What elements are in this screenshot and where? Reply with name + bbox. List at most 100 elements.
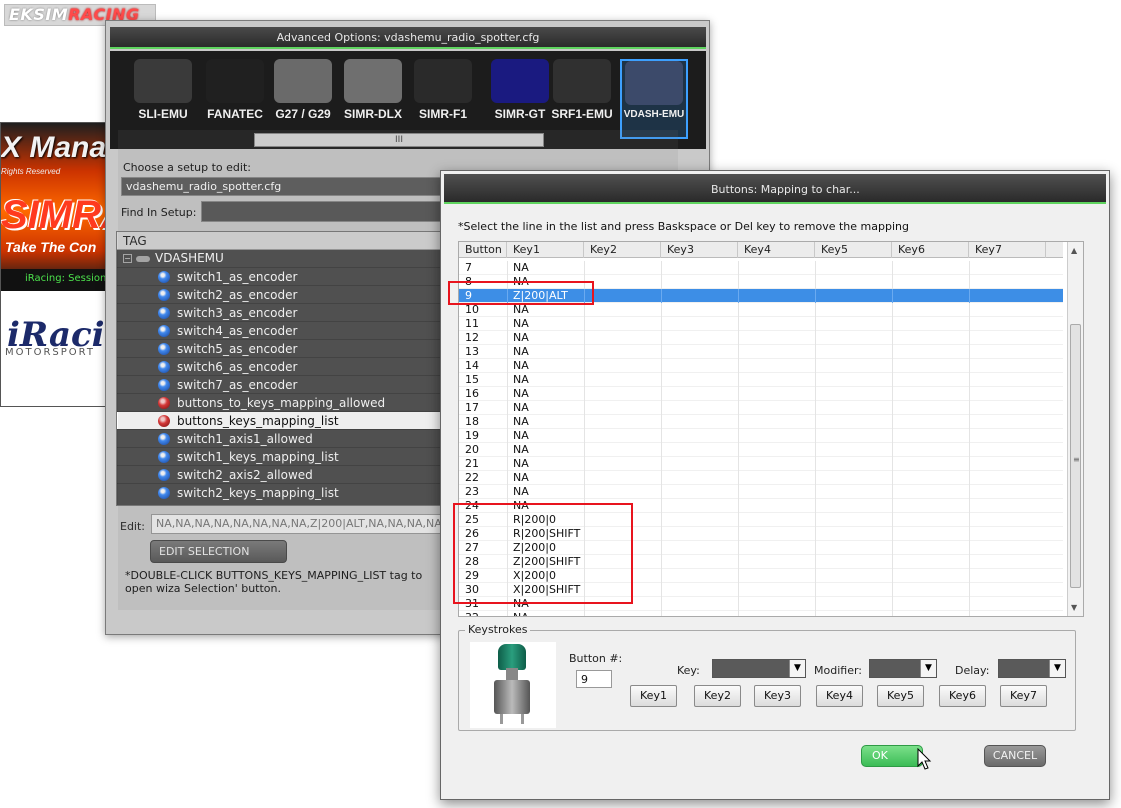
mapping-row[interactable]: 18 NA xyxy=(459,415,1063,429)
blue-tag-icon xyxy=(158,379,170,391)
key-button-2[interactable]: Key2 xyxy=(694,685,741,707)
column-divider xyxy=(969,471,970,485)
key-button-4[interactable]: Key4 xyxy=(816,685,863,707)
mapping-row[interactable]: 8 NA xyxy=(459,275,1063,289)
column-divider xyxy=(584,597,585,611)
mapping-row[interactable]: 15 NA xyxy=(459,373,1063,387)
scroll-thumb[interactable]: ≡ xyxy=(1070,324,1081,588)
tree-item[interactable]: switch3_as_encoder xyxy=(117,303,445,321)
cell-key1: NA xyxy=(513,387,529,400)
mapping-row[interactable]: 11 NA xyxy=(459,317,1063,331)
chevron-down-icon[interactable]: ▼ xyxy=(789,660,805,677)
mapping-row[interactable]: 26 R|200|SHIFT xyxy=(459,527,1063,541)
mapping-row[interactable]: 7 NA xyxy=(459,261,1063,275)
mapping-row[interactable]: 32 NA xyxy=(459,611,1063,616)
mapping-row[interactable]: 16 NA xyxy=(459,387,1063,401)
column-header-key4[interactable]: Key4 xyxy=(738,242,815,258)
mapping-row[interactable]: 17 NA xyxy=(459,401,1063,415)
tree-item[interactable]: switch2_keys_mapping_list xyxy=(117,483,445,501)
column-header-key3[interactable]: Key3 xyxy=(661,242,738,258)
mapping-row[interactable]: 19 NA xyxy=(459,429,1063,443)
mapping-row[interactable]: 25 R|200|0 xyxy=(459,513,1063,527)
device-simr-dlx[interactable]: SIMR-DLX xyxy=(339,59,407,139)
mapping-row[interactable]: 14 NA xyxy=(459,359,1063,373)
grid-vertical-scrollbar[interactable]: ▲ ≡ ▼ xyxy=(1067,242,1083,616)
tree-item[interactable]: switch5_as_encoder xyxy=(117,339,445,357)
column-header-key1[interactable]: Key1 xyxy=(507,242,584,258)
tree-item[interactable]: switch2_axis2_allowed xyxy=(117,465,445,483)
tree-item[interactable]: buttons_keys_mapping_list xyxy=(117,411,445,429)
column-divider xyxy=(815,275,816,289)
key-button-6[interactable]: Key6 xyxy=(939,685,986,707)
key-button-3[interactable]: Key3 xyxy=(754,685,801,707)
device-simr-f1[interactable]: SIMR-F1 xyxy=(409,59,477,139)
mapping-row[interactable]: 9 Z|200|ALT xyxy=(459,289,1063,303)
column-header-key6[interactable]: Key6 xyxy=(892,242,969,258)
column-divider xyxy=(969,275,970,289)
mapping-row[interactable]: 21 NA xyxy=(459,457,1063,471)
mapping-row[interactable]: 13 NA xyxy=(459,345,1063,359)
device-simr-gt[interactable]: SIMR-GT xyxy=(486,59,554,139)
mapping-row[interactable]: 31 NA xyxy=(459,597,1063,611)
delay-select[interactable]: ▼ xyxy=(998,659,1066,678)
tree-item-label: switch1_axis1_allowed xyxy=(177,432,313,446)
setup-tag-tree[interactable]: TAG − VDASHEMU switch1_as_encoder switch2_… xyxy=(116,231,446,506)
device-sli-emu[interactable]: SLI-EMU xyxy=(129,59,197,139)
device-strip-scrollbar[interactable]: III xyxy=(254,133,544,147)
column-header-key2[interactable]: Key2 xyxy=(584,242,661,258)
edit-selection-button[interactable]: EDIT SELECTION xyxy=(150,540,287,563)
column-header-key7[interactable]: Key7 xyxy=(969,242,1046,258)
cell-button-number: 11 xyxy=(465,317,479,330)
tree-item[interactable]: switch2_as_encoder xyxy=(117,285,445,303)
device-label: SIMR-F1 xyxy=(419,107,467,121)
tree-item[interactable]: switch1_axis1_allowed xyxy=(117,429,445,447)
scroll-up-icon[interactable]: ▲ xyxy=(1071,246,1077,255)
tree-item[interactable]: switch1_as_encoder xyxy=(117,267,445,285)
collapse-icon[interactable]: − xyxy=(123,254,132,263)
column-header-button[interactable]: Button xyxy=(459,242,507,258)
chevron-down-icon[interactable]: ▼ xyxy=(920,660,936,677)
tree-item[interactable]: buttons_to_keys_mapping_allowed xyxy=(117,393,445,411)
tree-item[interactable]: switch4_as_encoder xyxy=(117,321,445,339)
column-header-key5[interactable]: Key5 xyxy=(815,242,892,258)
key-button-7[interactable]: Key7 xyxy=(1000,685,1047,707)
tree-item[interactable]: switch6_as_encoder xyxy=(117,357,445,375)
device-fanatec[interactable]: FANATEC xyxy=(201,59,269,139)
key-button-1[interactable]: Key1 xyxy=(630,685,677,707)
cancel-button[interactable]: CANCEL xyxy=(984,745,1046,767)
cell-button-number: 7 xyxy=(465,261,472,274)
key-select[interactable]: ▼ xyxy=(712,659,806,678)
delay-label: Delay: xyxy=(955,664,990,677)
mapping-row[interactable]: 10 NA xyxy=(459,303,1063,317)
column-divider xyxy=(661,317,662,331)
device-vdash-emu[interactable]: VDASH-EMU xyxy=(620,59,688,139)
device-g27-g29[interactable]: G27 / G29 xyxy=(269,59,337,139)
key-button-5[interactable]: Key5 xyxy=(877,685,924,707)
column-divider xyxy=(892,527,893,541)
mapping-grid[interactable]: Button Key1 Key2 Key3 Key4 Key5 Key6 Key7 7 NA 8 N… xyxy=(458,241,1084,617)
mapping-row[interactable]: 22 NA xyxy=(459,471,1063,485)
modifier-select[interactable]: ▼ xyxy=(869,659,937,678)
column-divider xyxy=(892,569,893,583)
chevron-down-icon[interactable]: ▼ xyxy=(1049,660,1065,677)
cell-key1: NA xyxy=(513,303,529,316)
tree-header-tag[interactable]: TAG xyxy=(117,232,445,250)
edit-value-input[interactable]: NA,NA,NA,NA,NA,NA,NA,NA,Z|200|ALT,NA,NA,… xyxy=(151,514,451,534)
mapping-row[interactable]: 20 NA xyxy=(459,443,1063,457)
mapping-row[interactable]: 24 NA xyxy=(459,499,1063,513)
mapping-row[interactable]: 29 X|200|0 xyxy=(459,569,1063,583)
mapping-row[interactable]: 30 X|200|SHIFT xyxy=(459,583,1063,597)
column-divider xyxy=(815,541,816,555)
device-srf1-emu[interactable]: SRF1-EMU xyxy=(548,59,616,139)
mapping-row[interactable]: 28 Z|200|SHIFT xyxy=(459,555,1063,569)
tree-root-node[interactable]: − VDASHEMU xyxy=(117,250,445,267)
mapping-row[interactable]: 23 NA xyxy=(459,485,1063,499)
ok-button[interactable]: OK xyxy=(861,745,923,767)
mapping-row[interactable]: 27 Z|200|0 xyxy=(459,541,1063,555)
tree-item[interactable]: switch1_keys_mapping_list xyxy=(117,447,445,465)
scroll-down-icon[interactable]: ▼ xyxy=(1071,603,1077,612)
mapping-titlebar[interactable]: Buttons: Mapping to char... xyxy=(444,174,1106,204)
mapping-row[interactable]: 12 NA xyxy=(459,331,1063,345)
advanced-options-titlebar[interactable]: Advanced Options: vdashemu_radio_spotter… xyxy=(110,27,706,49)
tree-item[interactable]: switch7_as_encoder xyxy=(117,375,445,393)
